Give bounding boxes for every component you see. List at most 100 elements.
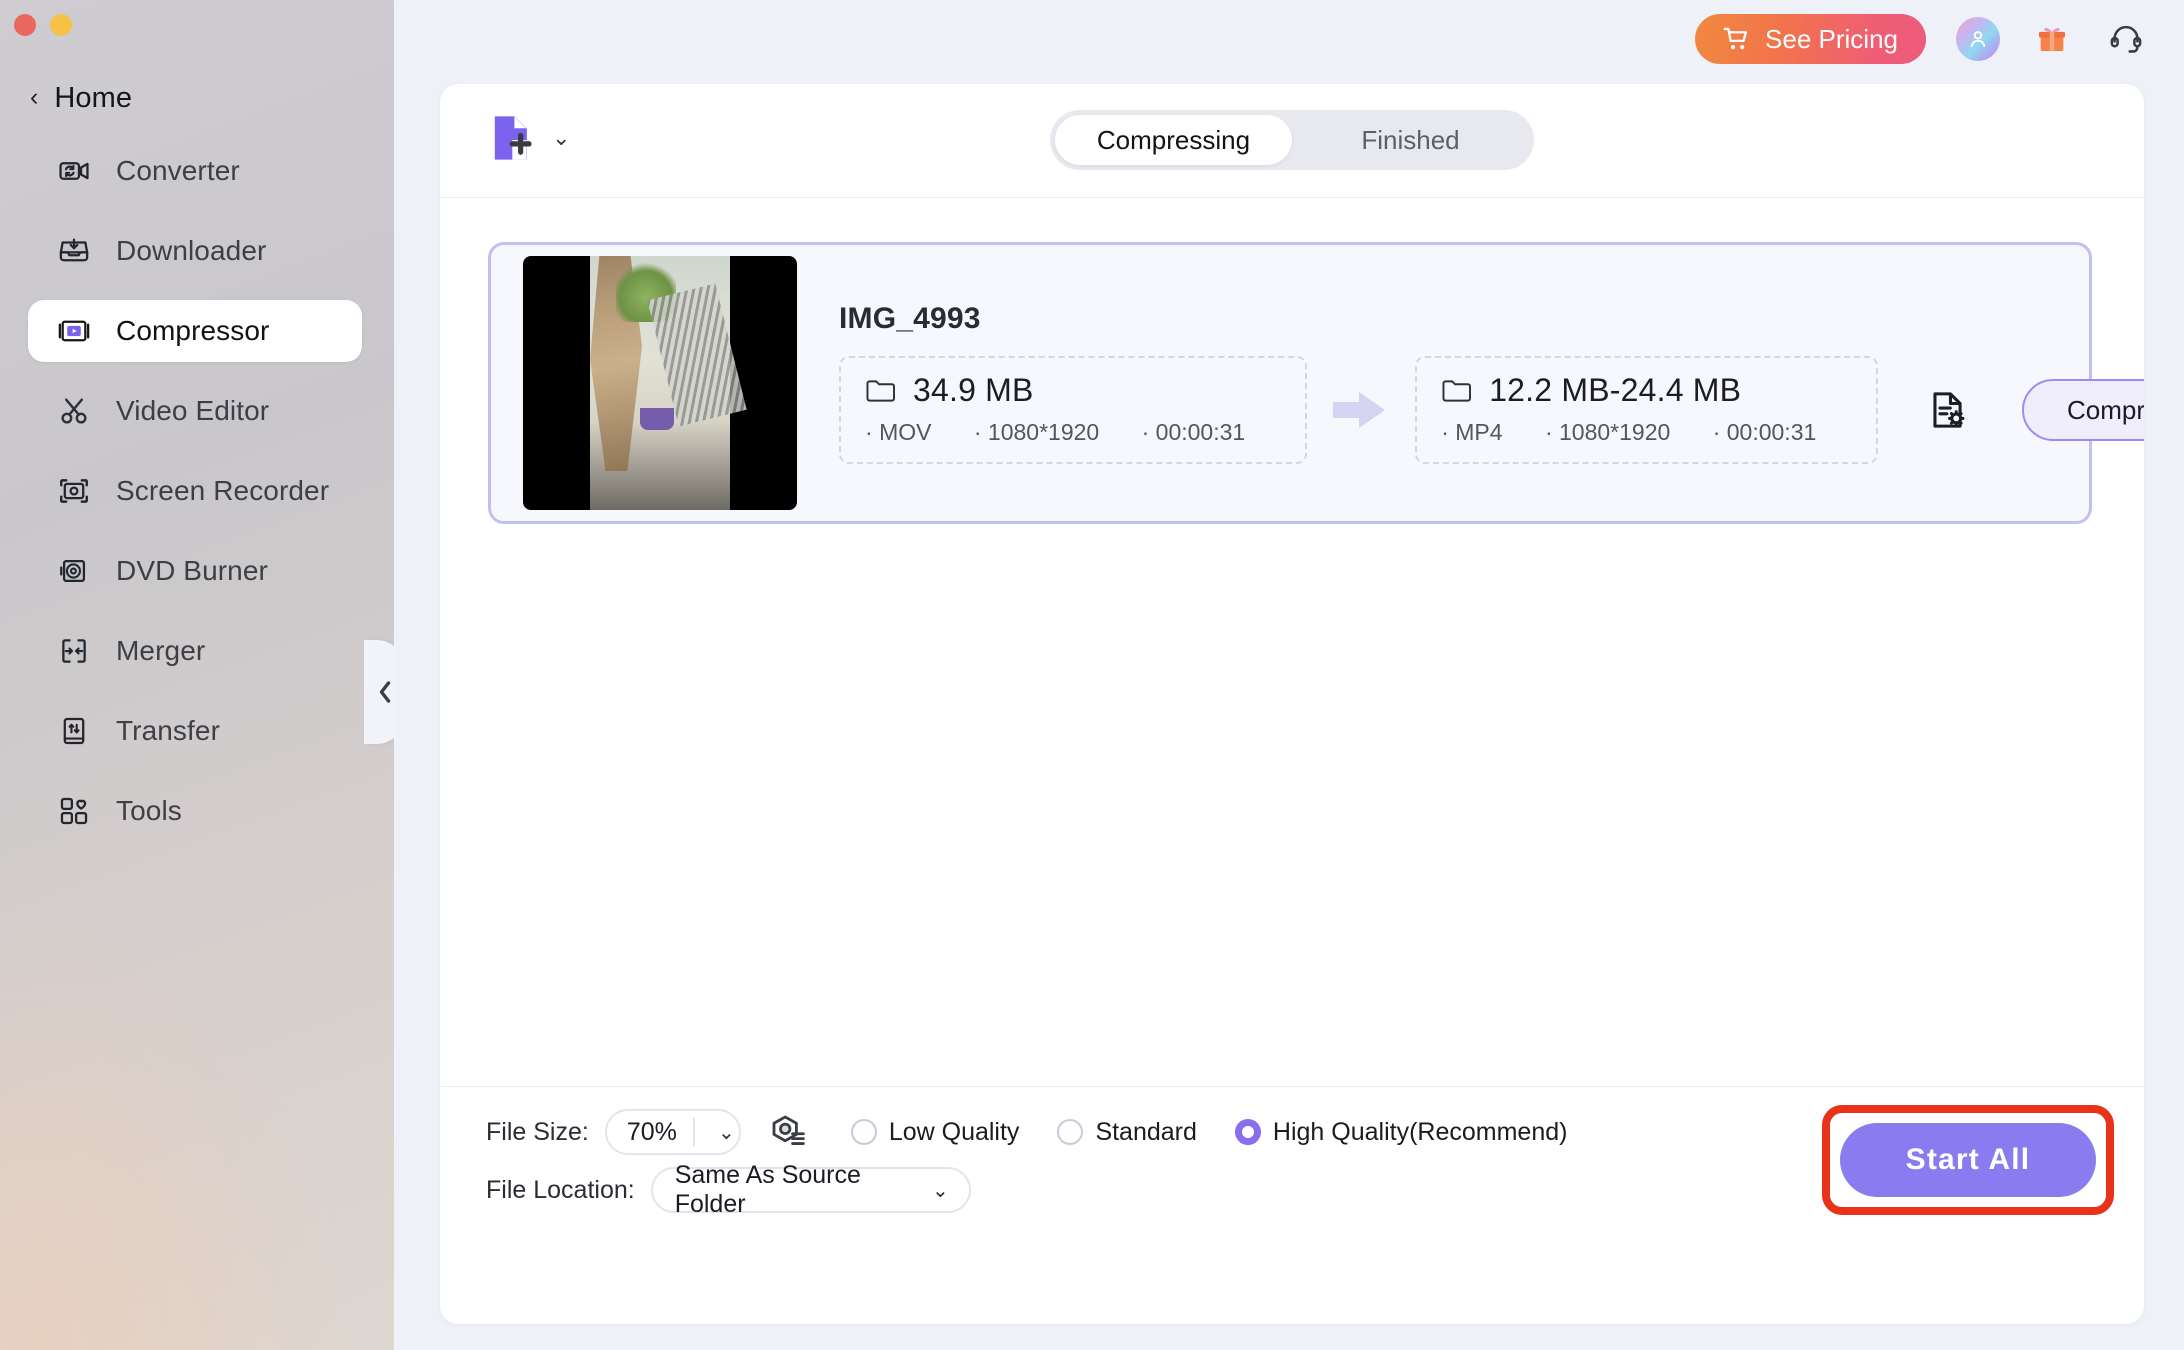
output-resolution: 1080*1920 xyxy=(1559,419,1671,445)
user-avatar-icon[interactable] xyxy=(1956,17,2000,61)
divider xyxy=(693,1118,696,1146)
sidebar-nav: Converter Downloader Compressor Video Ed… xyxy=(0,140,394,860)
quality-preview-icon xyxy=(767,1111,809,1153)
folder-icon xyxy=(1441,378,1473,404)
radio-indicator xyxy=(850,1119,877,1145)
disc-icon xyxy=(56,553,92,589)
status-tabs: Compressing Finished xyxy=(1050,110,1534,170)
download-tray-icon xyxy=(56,233,92,269)
output-duration: 00:00:31 xyxy=(1726,419,1817,445)
sidebar-item-label: Downloader xyxy=(116,235,267,266)
video-convert-icon xyxy=(56,153,92,189)
folder-icon xyxy=(865,378,897,404)
sidebar-item-label: Video Editor xyxy=(116,395,270,426)
transfer-phone-icon xyxy=(56,713,92,749)
close-window-button[interactable] xyxy=(14,14,36,36)
panel-body: IMG_4993 34.9 MB · MOV · 1080*1920 · 00:… xyxy=(440,198,2144,1218)
sidebar-item-compressor[interactable]: Compressor xyxy=(28,300,362,362)
file-location-label: File Location: xyxy=(486,1175,635,1204)
compress-button[interactable]: Compress xyxy=(2022,379,2144,441)
sidebar-item-dvd-burner[interactable]: DVD Burner xyxy=(28,540,362,602)
file-location-value: Same As Source Folder xyxy=(674,1161,861,1218)
source-meta: · MOV · 1080*1920 · 00:00:31 xyxy=(865,419,1246,445)
video-compress-icon xyxy=(56,313,92,349)
sidebar-item-label: Converter xyxy=(116,155,240,186)
headset-icon[interactable] xyxy=(2104,17,2148,61)
quality-radio-group: Low Quality Standard High Quality(Recomm… xyxy=(850,1117,1568,1147)
sidebar-item-label: DVD Burner xyxy=(116,555,268,586)
radio-standard[interactable]: Standard xyxy=(1057,1117,1197,1147)
start-all-button[interactable]: Start All xyxy=(1840,1123,2096,1197)
sidebar-item-label: Tools xyxy=(116,795,182,826)
file-size-label: File Size: xyxy=(486,1117,589,1146)
window-controls xyxy=(14,14,72,36)
file-size-row: File Size: 70% ⌄ Low Quality Standard Hi… xyxy=(486,1109,1567,1155)
arrow-right-icon xyxy=(1333,390,1389,430)
sidebar-item-merger[interactable]: Merger xyxy=(28,620,362,682)
output-meta: · MP4 · 1080*1920 · 00:00:31 xyxy=(1441,419,1817,445)
source-spec-box: 34.9 MB · MOV · 1080*1920 · 00:00:31 xyxy=(839,356,1308,464)
video-thumbnail xyxy=(523,256,797,510)
sidebar-item-label: Transfer xyxy=(116,715,221,746)
radio-indicator xyxy=(1057,1119,1084,1145)
add-file-button[interactable]: ⌄ xyxy=(490,112,570,164)
radio-label: High Quality(Recommend) xyxy=(1272,1117,1568,1146)
sidebar-item-tools[interactable]: Tools xyxy=(28,780,362,842)
sidebar-item-label: Merger xyxy=(116,635,206,666)
home-label: Home xyxy=(54,81,133,114)
output-format: MP4 xyxy=(1455,419,1503,445)
screen-record-icon xyxy=(56,473,92,509)
output-size: 12.2 MB-24.4 MB xyxy=(1489,372,1742,408)
tab-compressing[interactable]: Compressing xyxy=(1055,115,1292,165)
quality-preview-button[interactable] xyxy=(767,1111,809,1153)
file-specs-row: 34.9 MB · MOV · 1080*1920 · 00:00:31 12.… xyxy=(839,356,2144,464)
sidebar-item-converter[interactable]: Converter xyxy=(28,140,362,202)
radio-label: Low Quality xyxy=(888,1117,1020,1146)
merge-arrows-icon xyxy=(56,633,92,669)
see-pricing-label: See Pricing xyxy=(1765,23,1898,54)
sidebar-item-screen-recorder[interactable]: Screen Recorder xyxy=(28,460,362,522)
chevron-left-icon xyxy=(375,678,394,706)
sidebar-item-video-editor[interactable]: Video Editor xyxy=(28,380,362,442)
back-to-home-button[interactable]: ‹ Home xyxy=(30,78,132,118)
panel-footer: File Size: 70% ⌄ Low Quality Standard Hi… xyxy=(440,1086,2144,1218)
output-spec-box: 12.2 MB-24.4 MB · MP4 · 1080*1920 · 00:0… xyxy=(1415,356,1879,464)
source-size: 34.9 MB xyxy=(913,372,1034,408)
file-location-select[interactable]: Same As Source Folder ⌄ xyxy=(650,1161,971,1218)
start-all-highlight: Start All xyxy=(1822,1105,2114,1215)
sidebar: ‹ Home Converter Downloader Compressor V… xyxy=(0,0,394,1350)
source-format: MOV xyxy=(879,419,932,445)
gift-icon[interactable] xyxy=(2030,17,2074,61)
file-name: IMG_4993 xyxy=(839,302,981,335)
chevron-down-icon: ⌄ xyxy=(552,125,571,150)
chevron-left-icon: ‹ xyxy=(30,82,39,111)
sidebar-item-label: Compressor xyxy=(116,315,270,346)
radio-low-quality[interactable]: Low Quality xyxy=(850,1117,1020,1147)
sidebar-item-downloader[interactable]: Downloader xyxy=(28,220,362,282)
main-panel: ⌄ Compressing Finished IMG_4993 34.9 MB … xyxy=(440,84,2144,1324)
add-file-icon xyxy=(490,112,536,164)
see-pricing-button[interactable]: See Pricing xyxy=(1695,14,1926,64)
radio-indicator xyxy=(1234,1119,1261,1145)
shopping-cart-icon xyxy=(1723,26,1751,52)
sidebar-collapse-button[interactable] xyxy=(364,640,394,744)
minimize-window-button[interactable] xyxy=(50,14,72,36)
file-size-select[interactable]: 70% ⌄ xyxy=(604,1109,741,1155)
file-settings-button[interactable] xyxy=(1908,370,1988,450)
sidebar-item-transfer[interactable]: Transfer xyxy=(28,700,362,762)
file-location-row: File Location: Same As Source Folder ⌄ xyxy=(486,1161,971,1218)
panel-toolbar: ⌄ Compressing Finished xyxy=(440,84,2144,198)
radio-label: Standard xyxy=(1095,1117,1197,1146)
app-header: See Pricing xyxy=(394,0,2184,78)
file-info: IMG_4993 34.9 MB · MOV · 1080*1920 · 00:… xyxy=(839,302,2144,464)
file-settings-icon xyxy=(1925,387,1971,433)
sidebar-item-label: Screen Recorder xyxy=(116,475,330,506)
radio-high-quality[interactable]: High Quality(Recommend) xyxy=(1234,1117,1568,1147)
source-resolution: 1080*1920 xyxy=(987,419,1100,445)
tools-grid-icon xyxy=(56,793,92,829)
source-duration: 00:00:31 xyxy=(1155,419,1246,445)
chevron-down-icon: ⌄ xyxy=(931,1179,949,1202)
file-card[interactable]: IMG_4993 34.9 MB · MOV · 1080*1920 · 00:… xyxy=(488,242,2144,524)
chevron-down-icon: ⌄ xyxy=(718,1121,735,1144)
tab-finished[interactable]: Finished xyxy=(1292,115,1529,165)
